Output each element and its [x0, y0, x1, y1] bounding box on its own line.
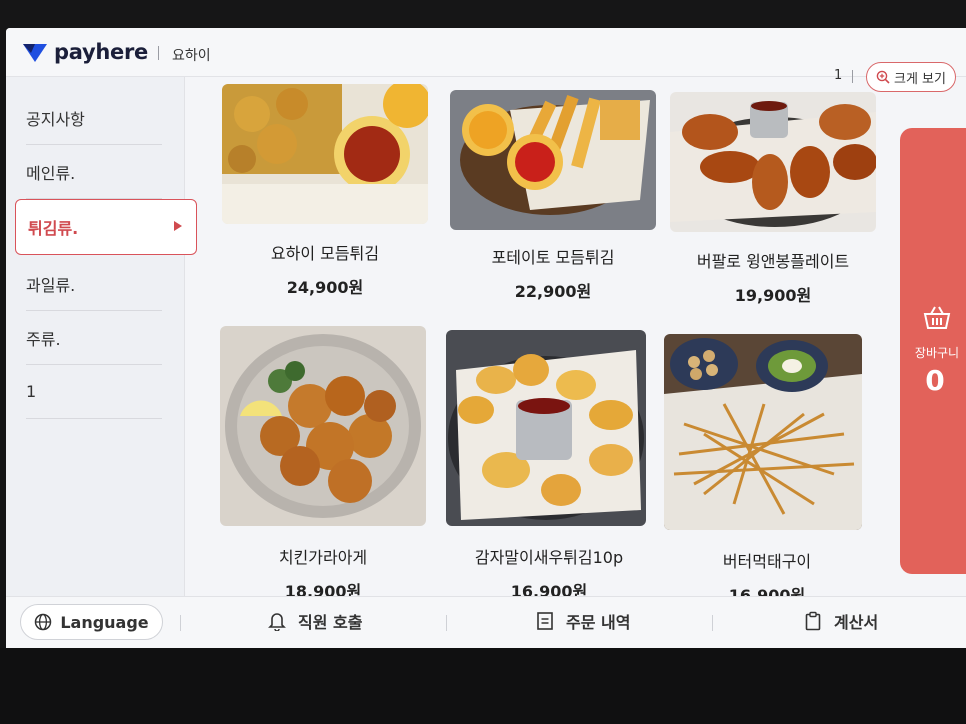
menu-item-name: 치킨가라아게 [278, 548, 368, 567]
zoom-in-button[interactable]: 크게 보기 [866, 62, 956, 92]
sidebar-item-label: 과일류. [26, 275, 76, 295]
call-staff-label: 직원 호출 [298, 613, 363, 632]
receipt-icon [537, 612, 553, 630]
menu-item-card[interactable]: 치킨가라아게 18,900원 [220, 326, 430, 601]
sidebar-item-label: 메인류. [26, 163, 76, 183]
language-label: Language [60, 612, 149, 632]
globe-icon [35, 613, 52, 631]
header-divider [158, 46, 159, 60]
menu-item-name: 포테이토 모듬튀김 [491, 248, 615, 267]
cart-panel[interactable]: 장바구니 0 [900, 128, 966, 574]
brand-name: payhere [54, 40, 148, 64]
zoom-in-label: 크게 보기 [894, 71, 946, 87]
bell-icon [268, 613, 286, 631]
sidebar-item-label: 주류. [26, 329, 61, 349]
footer-divider [180, 615, 181, 631]
menu-item-image [664, 334, 862, 530]
menu-item-image [450, 90, 656, 230]
brand-logo: payhere [22, 40, 148, 64]
menu-item-image [222, 84, 428, 224]
payhere-logo-icon [23, 44, 47, 62]
cart-label: 장바구니 [914, 346, 960, 360]
sidebar-item-label: 튀김류. [28, 219, 79, 238]
store-name: 요하이 [172, 48, 211, 64]
menu-item-card[interactable]: 버팔로 윙앤봉플레이트 19,900원 [670, 92, 880, 305]
call-staff-button[interactable]: 직원 호출 [268, 609, 362, 633]
menu-item-card[interactable]: 포테이토 모듬튀김 22,900원 [450, 90, 660, 301]
kiosk-screen: payhere 요하이 1 크게 보기 공지사항 메인류. 튀김류. 과일류. … [6, 28, 966, 648]
language-button[interactable]: Language [20, 604, 163, 640]
header-divider [852, 70, 853, 83]
sidebar-item-label: 공지사항 [26, 109, 85, 129]
bill-label: 계산서 [834, 613, 879, 632]
menu-item-name: 감자말이새우튀김10p [474, 548, 624, 567]
clipboard-icon [805, 611, 821, 631]
sidebar-item-alcohol[interactable]: 주류. [26, 311, 162, 365]
sidebar-item-1[interactable]: 1 [26, 365, 162, 419]
sidebar-item-main[interactable]: 메인류. [26, 145, 162, 199]
order-history-label: 주문 내역 [566, 613, 631, 632]
menu-item-price: 24,900원 [286, 278, 364, 297]
order-history-button[interactable]: 주문 내역 [536, 609, 630, 633]
sidebar-item-notice[interactable]: 공지사항 [26, 91, 162, 145]
menu-item-price: 22,900원 [514, 282, 592, 301]
device-bezel-top [0, 0, 966, 30]
menu-item-name: 버터먹태구이 [722, 552, 812, 571]
footer-divider [446, 615, 447, 631]
menu-item-card[interactable]: 버터먹태구이 16,900원 [664, 334, 874, 605]
menu-item-card[interactable]: 요하이 모듬튀김 24,900원 [222, 84, 432, 297]
footer-divider [712, 615, 713, 631]
page-number: 1 [834, 68, 843, 83]
chevron-right-icon [174, 221, 182, 231]
cart-count: 0 [925, 364, 945, 397]
menu-item-image [446, 330, 646, 526]
zoom-in-icon [876, 70, 890, 84]
menu-item-name: 버팔로 윙앤봉플레이트 [696, 252, 850, 271]
menu-item-image [220, 326, 426, 526]
sidebar-item-fruit[interactable]: 과일류. [26, 257, 162, 311]
bottom-toolbar: Language 직원 호출 주문 내역 계산서 [6, 596, 966, 648]
menu-item-name: 요하이 모듬튀김 [270, 244, 380, 263]
category-sidebar: 공지사항 메인류. 튀김류. 과일류. 주류. 1 [6, 77, 197, 597]
menu-item-card[interactable]: 감자말이새우튀김10p 16,900원 [446, 330, 656, 601]
top-header: payhere 요하이 [6, 28, 966, 77]
sidebar-item-label: 1 [26, 382, 37, 401]
device-bezel-bottom [0, 648, 966, 724]
bill-button[interactable]: 계산서 [804, 609, 878, 633]
menu-item-price: 19,900원 [734, 286, 812, 305]
basket-icon [923, 306, 951, 329]
sidebar-item-fried[interactable]: 튀김류. [15, 199, 197, 255]
menu-item-image [670, 92, 876, 232]
